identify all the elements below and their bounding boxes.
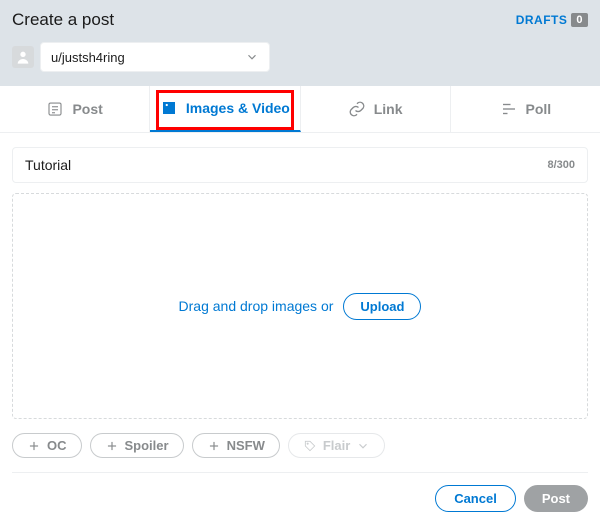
drafts-button[interactable]: DRAFTS 0 [516,13,588,27]
plus-icon [27,439,41,453]
chevron-down-icon [245,50,259,64]
header-top: Create a post DRAFTS 0 [12,10,588,30]
flair-label: Flair [323,438,350,453]
oc-button[interactable]: OC [12,433,82,458]
dropzone-text: Drag and drop images or [179,298,334,314]
tab-link-label: Link [374,101,403,117]
image-icon [160,99,178,117]
title-counter: 8/300 [547,159,575,171]
tab-images-video-label: Images & Video [186,100,290,116]
chevron-down-icon [356,439,370,453]
footer: Cancel Post [0,473,600,524]
dropzone[interactable]: Drag and drop images or Upload [12,193,588,419]
tab-poll[interactable]: Poll [451,86,600,132]
content: 8/300 Drag and drop images or Upload OC … [0,133,600,473]
drafts-label: DRAFTS [516,13,568,27]
post-icon [46,100,64,118]
tabs: Post Images & Video Link Poll [0,86,600,133]
post-button[interactable]: Post [524,485,588,512]
upload-button[interactable]: Upload [343,293,421,320]
avatar [12,46,34,68]
header: Create a post DRAFTS 0 u/justsh4ring [0,0,600,86]
tag-row: OC Spoiler NSFW Flair [12,433,588,473]
tab-link[interactable]: Link [301,86,451,132]
spoiler-button[interactable]: Spoiler [90,433,184,458]
link-icon [348,100,366,118]
nsfw-label: NSFW [227,438,265,453]
tab-images-video[interactable]: Images & Video [150,86,300,132]
tab-post[interactable]: Post [0,86,150,132]
plus-icon [207,439,221,453]
poll-icon [500,100,518,118]
title-input[interactable] [25,157,547,173]
oc-label: OC [47,438,67,453]
tag-icon [303,439,317,453]
plus-icon [105,439,119,453]
tab-post-label: Post [72,101,102,117]
tab-poll-label: Poll [526,101,552,117]
page-title: Create a post [12,10,114,30]
nsfw-button[interactable]: NSFW [192,433,280,458]
community-name: u/justsh4ring [51,50,125,65]
community-row: u/justsh4ring [12,42,588,72]
spoiler-label: Spoiler [125,438,169,453]
title-field[interactable]: 8/300 [12,147,588,183]
drafts-count: 0 [571,13,588,27]
cancel-button[interactable]: Cancel [435,485,516,512]
flair-button[interactable]: Flair [288,433,385,458]
community-select[interactable]: u/justsh4ring [40,42,270,72]
user-icon [15,49,31,65]
